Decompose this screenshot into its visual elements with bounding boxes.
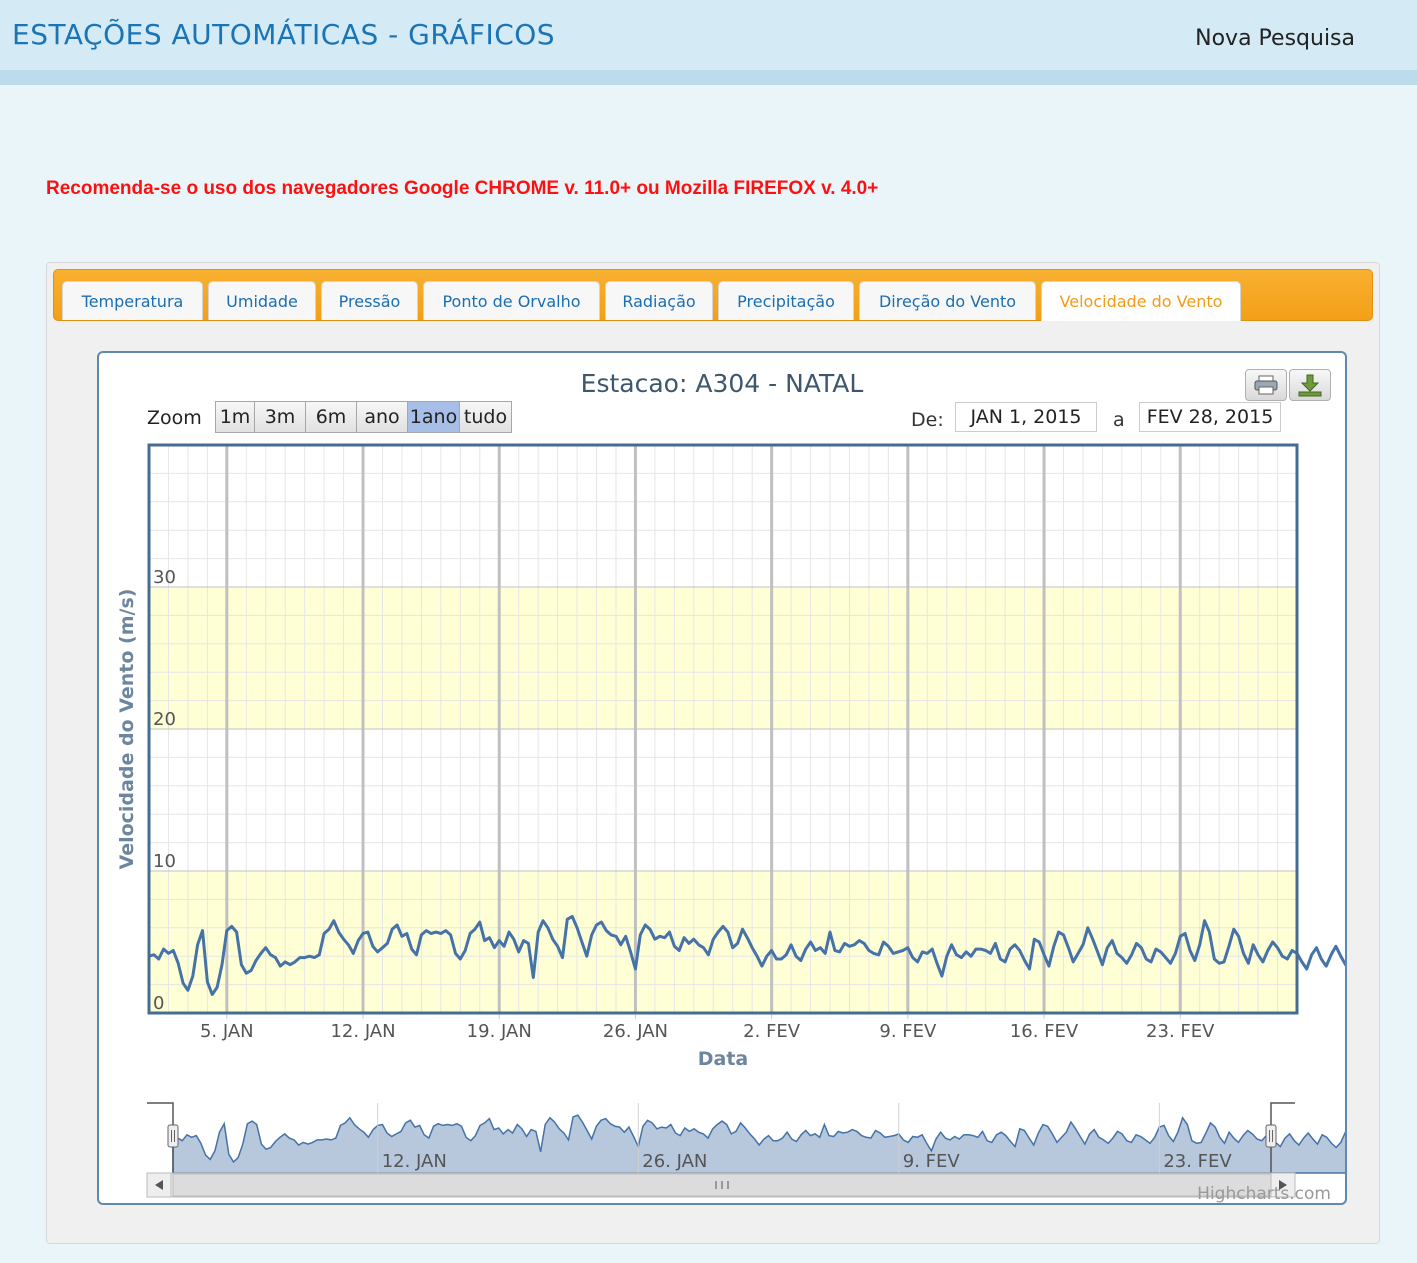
range-from-input[interactable] — [955, 402, 1097, 432]
page-title: ESTAÇÕES AUTOMÁTICAS - GRÁFICOS — [12, 18, 556, 51]
x-tick-label: 12. JAN — [330, 1021, 395, 1042]
navigator-tick-label: 23. FEV — [1163, 1151, 1232, 1172]
browser-warning: Recomenda-se o uso dos navegadores Googl… — [46, 178, 879, 199]
x-tick-label: 26. JAN — [603, 1021, 668, 1042]
x-tick-label: 23. FEV — [1146, 1021, 1215, 1042]
x-tick-label: 9. FEV — [879, 1021, 937, 1042]
range-to-input[interactable] — [1139, 402, 1281, 432]
y-tick-label: 30 — [153, 567, 176, 588]
x-tick-label: 16. FEV — [1010, 1021, 1079, 1042]
tab-direcao-do-vento[interactable]: Direção do Vento — [859, 281, 1036, 320]
tab-pressao[interactable]: Pressão — [321, 281, 418, 320]
tab-precipitacao[interactable]: Precipitação — [718, 281, 854, 320]
tab-temperatura[interactable]: Temperatura — [62, 281, 203, 320]
new-search-link[interactable]: Nova Pesquisa — [1195, 26, 1355, 51]
export-button[interactable] — [1289, 369, 1331, 401]
zoom-label: Zoom — [147, 407, 202, 429]
chart-svg: 0 10 20 30 5. JAN 12. JAN 19. JAN 26. JAN 2. FEV… — [116, 443, 1345, 1203]
navigator-tick-label: 9. FEV — [903, 1151, 961, 1172]
header-stripe — [0, 70, 1417, 85]
navigator-handle-left[interactable] — [167, 1124, 179, 1148]
x-tick-label: 19. JAN — [467, 1021, 532, 1042]
x-tick-label: 5. JAN — [200, 1021, 254, 1042]
y-tick-label: 0 — [153, 993, 164, 1014]
zoom-ano-button[interactable]: ano — [357, 402, 408, 432]
y-axis-title: Velocidade do Vento (m/s) — [116, 589, 138, 870]
range-from-label: De: — [911, 409, 944, 431]
print-button[interactable] — [1245, 369, 1287, 401]
download-icon — [1298, 374, 1322, 397]
x-axis-title: Data — [698, 1048, 749, 1070]
chart-container: 0 10 20 30 5. JAN 12. JAN 19. JAN 26. JAN 2. FEV… — [97, 351, 1347, 1205]
highcharts-credit[interactable]: Highcharts.com — [1197, 1184, 1331, 1203]
y-tick-label: 10 — [153, 851, 176, 872]
tab-ponto-de-orvalho[interactable]: Ponto de Orvalho — [423, 281, 600, 320]
zoom-1m-button[interactable]: 1m — [216, 402, 255, 432]
tab-bar: Temperatura Umidade Pressão Ponto de Orv… — [53, 269, 1373, 321]
plot-band — [149, 587, 1297, 729]
zoom-6m-button[interactable]: 6m — [306, 402, 357, 432]
zoom-1ano-button[interactable]: 1ano — [408, 402, 460, 432]
navigator-tick-label: 26. JAN — [642, 1151, 707, 1172]
navigator-tick-label: 12. JAN — [382, 1151, 447, 1172]
tab-umidade[interactable]: Umidade — [208, 281, 316, 320]
zoom-3m-button[interactable]: 3m — [255, 402, 306, 432]
chart-title: Estacao: A304 - NATAL — [580, 369, 864, 398]
tab-velocidade-do-vento[interactable]: Velocidade do Vento — [1041, 281, 1241, 321]
range-to-label: a — [1113, 409, 1125, 431]
tab-radiacao[interactable]: Radiação — [605, 281, 713, 320]
x-tick-label: 2. FEV — [743, 1021, 801, 1042]
printer-icon — [1254, 375, 1278, 395]
zoom-tudo-button[interactable]: tudo — [460, 402, 511, 432]
chart-panel: Temperatura Umidade Pressão Ponto de Orv… — [46, 262, 1380, 1244]
y-tick-label: 20 — [153, 709, 176, 730]
navigator-handle-right[interactable] — [1265, 1124, 1277, 1148]
zoom-button-group: 1m 3m 6m ano 1ano tudo — [215, 401, 512, 433]
